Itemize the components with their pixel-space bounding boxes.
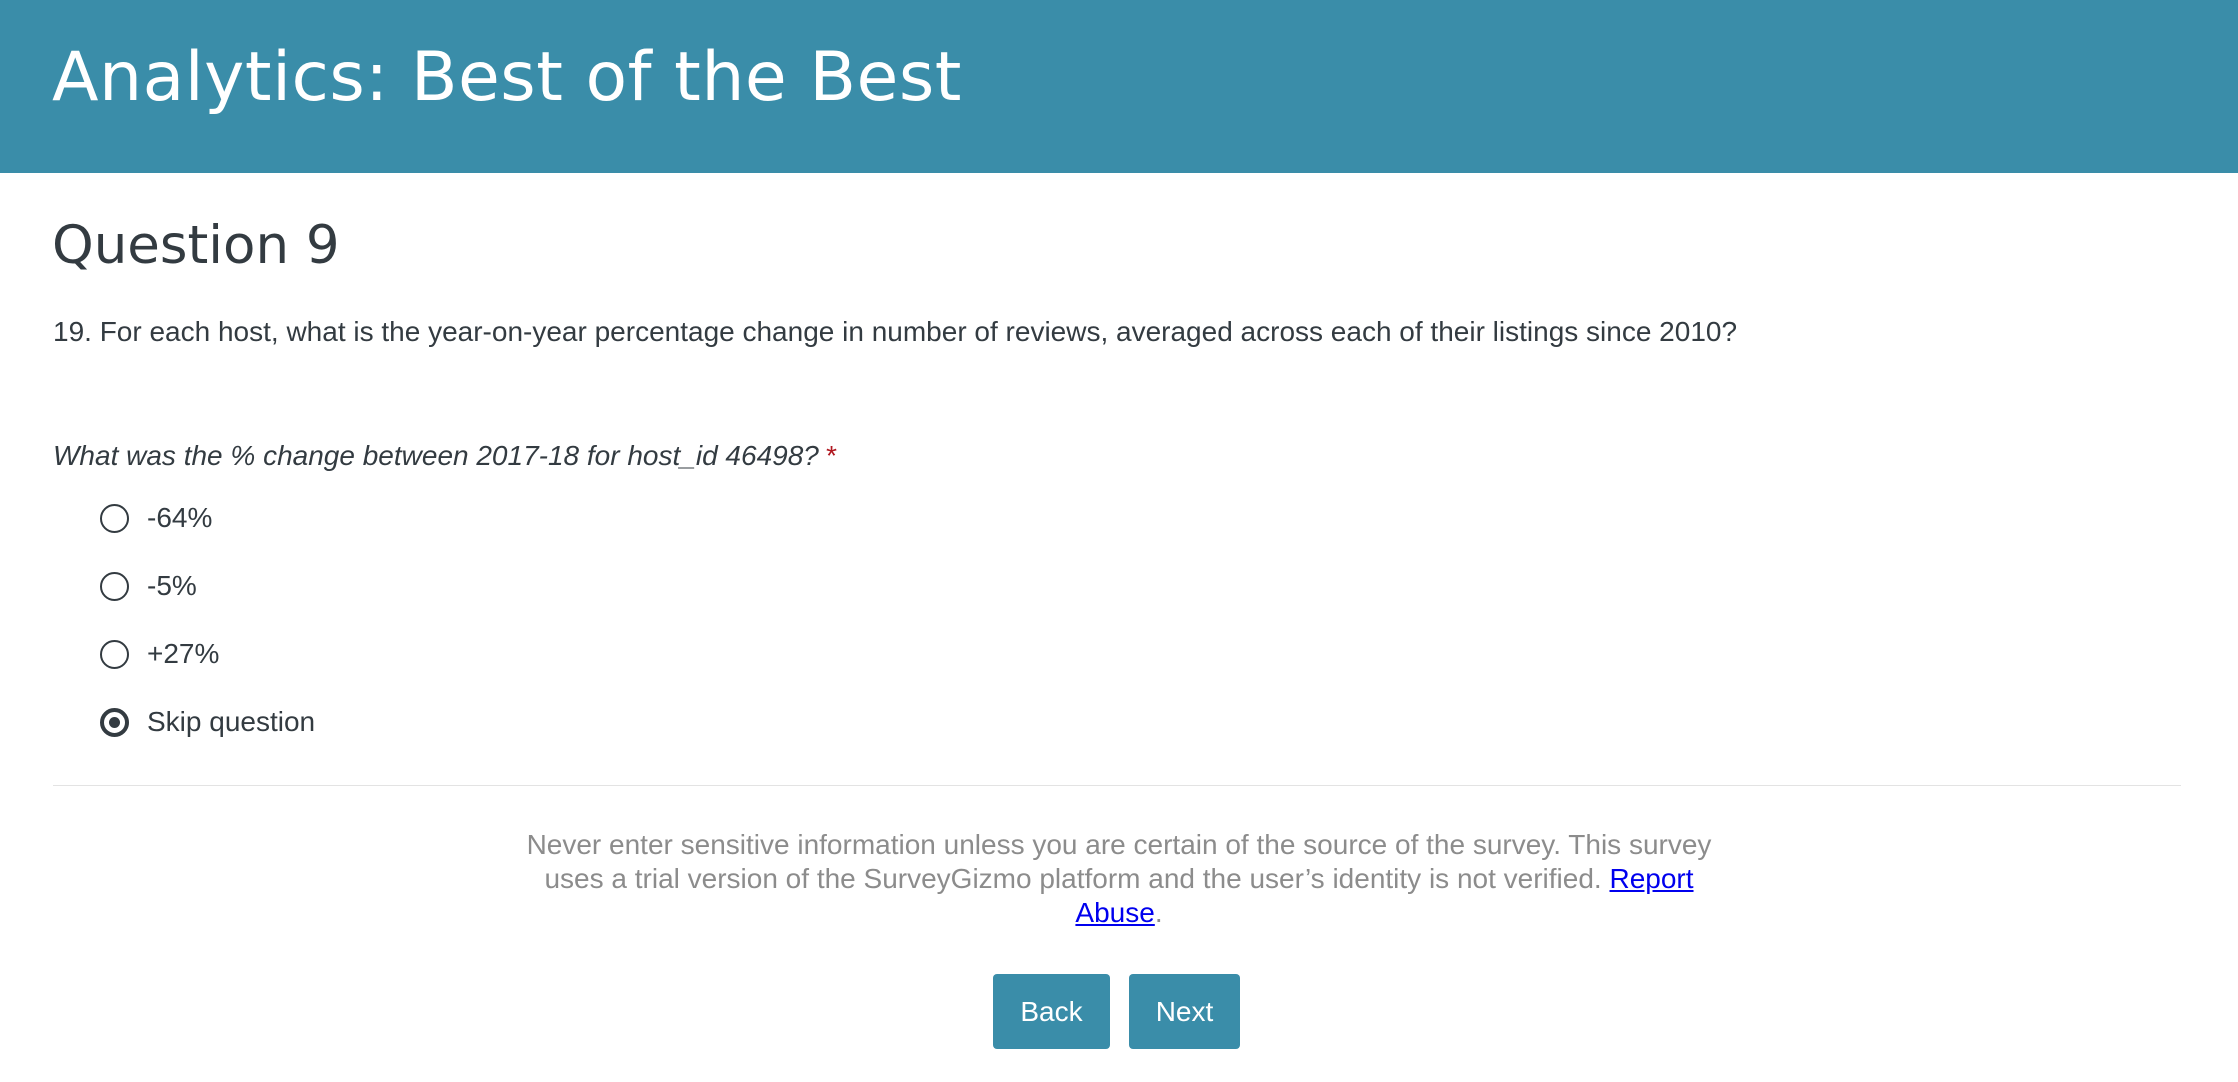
radio-button[interactable]: [100, 639, 129, 669]
option-plus-27[interactable]: +27%: [100, 636, 219, 672]
radio-button[interactable]: [100, 503, 129, 533]
survey-title: Analytics: Best of the Best: [52, 38, 962, 117]
option-label: Skip question: [147, 706, 316, 737]
sub-question-label: What was the % change between 2017-18 fo…: [53, 440, 836, 472]
option-minus-5[interactable]: -5%: [100, 568, 197, 604]
page-title: Question 9: [52, 215, 340, 276]
divider: [53, 785, 2181, 786]
next-button[interactable]: Next: [1129, 974, 1240, 1049]
radio-button-selected[interactable]: [100, 707, 129, 737]
notice-text: Never enter sensitive information unless…: [526, 829, 1712, 894]
option-label: -64%: [147, 502, 213, 533]
option-skip-question[interactable]: Skip question: [100, 704, 315, 740]
question-text: 19. For each host, what is the year-on-y…: [53, 316, 1738, 347]
back-button[interactable]: Back: [993, 974, 1110, 1049]
required-marker: *: [824, 440, 836, 471]
radio-button[interactable]: [100, 571, 129, 601]
survey-header: Analytics: Best of the Best: [0, 0, 2238, 173]
option-minus-64[interactable]: -64%: [100, 500, 212, 536]
security-notice: Never enter sensitive information unless…: [520, 828, 1718, 930]
notice-end: .: [1154, 897, 1163, 928]
sub-question-text: What was the % change between 2017-18 fo…: [53, 440, 819, 471]
option-label: +27%: [147, 638, 220, 669]
option-label: -5%: [147, 570, 197, 601]
